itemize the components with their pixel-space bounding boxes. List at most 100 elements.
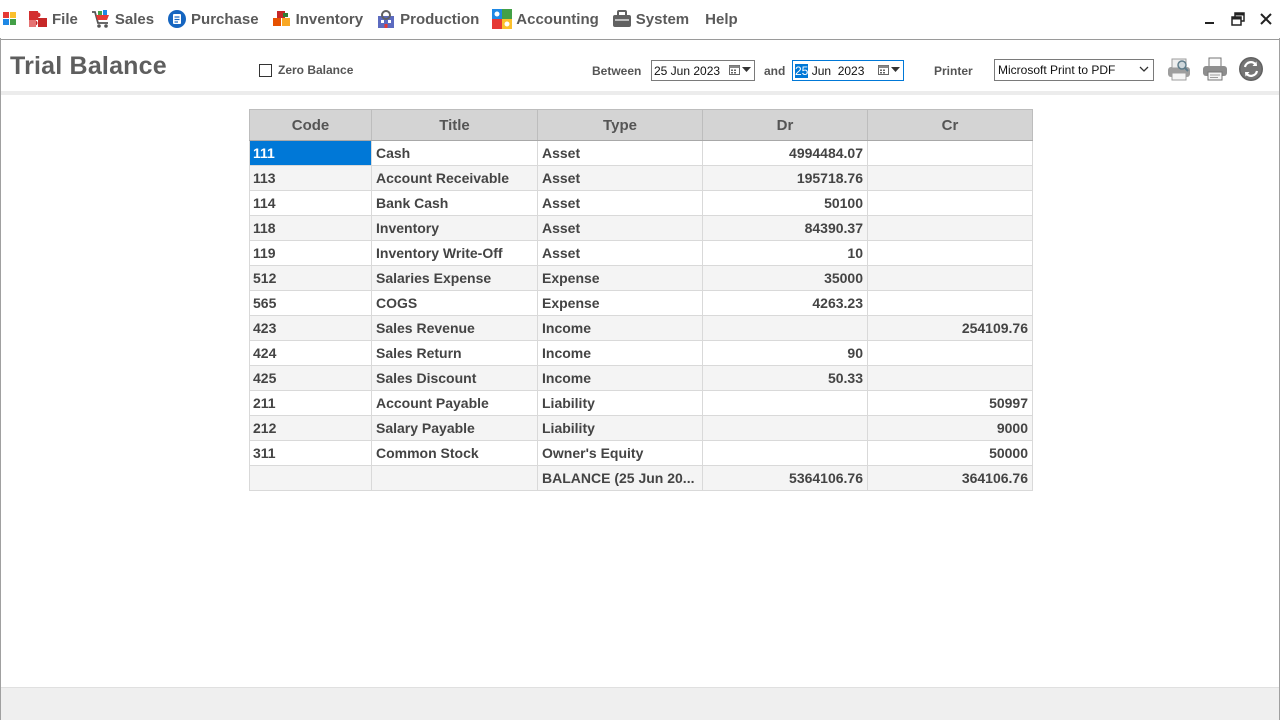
table-cell-title[interactable]: Salaries Expense: [371, 265, 538, 291]
zero-balance-checkbox-box[interactable]: [259, 63, 272, 77]
menu-help[interactable]: Help: [697, 0, 746, 38]
table-cell-dr[interactable]: 4263.23: [702, 290, 868, 316]
table-cell-cr[interactable]: [867, 140, 1033, 166]
app-icon[interactable]: [3, 12, 17, 26]
table-cell-code[interactable]: 118: [249, 215, 372, 241]
table-cell-type[interactable]: Liability: [537, 415, 703, 441]
close-button[interactable]: [1252, 0, 1280, 38]
table-cell-title[interactable]: COGS: [371, 290, 538, 316]
table-cell-title[interactable]: Salary Payable: [371, 415, 538, 441]
table-cell-cr[interactable]: [867, 265, 1033, 291]
table-cell-cr[interactable]: 364106.76: [867, 465, 1033, 491]
table-cell-cr[interactable]: 50997: [867, 390, 1033, 416]
date-from-picker[interactable]: 25 Jun 2023: [651, 60, 755, 81]
menu-system[interactable]: System: [607, 0, 697, 38]
table-cell-title[interactable]: Common Stock: [371, 440, 538, 466]
table-row[interactable]: 425 Sales Discount Income 50.33: [249, 365, 1033, 391]
table-cell-code[interactable]: 113: [249, 165, 372, 191]
table-cell-title[interactable]: Account Receivable: [371, 165, 538, 191]
table-cell-title[interactable]: Cash: [371, 140, 538, 166]
table-cell-title[interactable]: Bank Cash: [371, 190, 538, 216]
table-cell-dr[interactable]: 4994484.07: [702, 140, 868, 166]
table-cell-code[interactable]: 111: [249, 140, 372, 166]
table-cell-dr[interactable]: 50100: [702, 190, 868, 216]
table-cell-code[interactable]: 114: [249, 190, 372, 216]
table-cell-type[interactable]: Asset: [537, 190, 703, 216]
table-cell-code[interactable]: 425: [249, 365, 372, 391]
refresh-button[interactable]: [1236, 53, 1266, 85]
table-cell-cr[interactable]: [867, 340, 1033, 366]
table-cell-type[interactable]: Asset: [537, 140, 703, 166]
table-cell-type[interactable]: Expense: [537, 290, 703, 316]
table-row[interactable]: 113 Account Receivable Asset 195718.76: [249, 165, 1033, 191]
table-cell-code[interactable]: 212: [249, 415, 372, 441]
table-cell-cr[interactable]: 254109.76: [867, 315, 1033, 341]
date-to-picker[interactable]: 25 Jun 2023: [792, 60, 904, 81]
table-row[interactable]: 311 Common Stock Owner's Equity 50000: [249, 440, 1033, 466]
menu-sales[interactable]: Sales: [86, 0, 162, 38]
menu-accounting[interactable]: Accounting: [487, 0, 607, 38]
table-cell-code[interactable]: 423: [249, 315, 372, 341]
table-cell-cr[interactable]: [867, 190, 1033, 216]
table-cell-title[interactable]: Account Payable: [371, 390, 538, 416]
menu-production[interactable]: Production: [371, 0, 487, 38]
table-row[interactable]: 114 Bank Cash Asset 50100: [249, 190, 1033, 216]
menu-inventory[interactable]: Inventory: [267, 0, 372, 38]
table-cell-cr[interactable]: [867, 215, 1033, 241]
table-cell-dr[interactable]: 50.33: [702, 365, 868, 391]
table-row[interactable]: 118 Inventory Asset 84390.37: [249, 215, 1033, 241]
column-header-dr[interactable]: Dr: [702, 109, 868, 141]
table-cell-type[interactable]: Expense: [537, 265, 703, 291]
table-cell-type[interactable]: Asset: [537, 165, 703, 191]
table-cell-cr[interactable]: 9000: [867, 415, 1033, 441]
table-cell-title[interactable]: Sales Discount: [371, 365, 538, 391]
table-cell-code[interactable]: 311: [249, 440, 372, 466]
table-cell-cr[interactable]: [867, 240, 1033, 266]
menu-purchase[interactable]: Purchase: [162, 0, 267, 38]
date-from-dropdown[interactable]: [729, 64, 751, 75]
table-cell-cr[interactable]: [867, 365, 1033, 391]
table-cell-dr[interactable]: [702, 390, 868, 416]
table-cell-code[interactable]: 119: [249, 240, 372, 266]
table-cell-type[interactable]: Asset: [537, 240, 703, 266]
table-cell-cr[interactable]: [867, 165, 1033, 191]
table-cell-type[interactable]: BALANCE (25 Jun 20...: [537, 465, 703, 491]
table-cell-code[interactable]: [249, 465, 372, 491]
table-cell-dr[interactable]: 35000: [702, 265, 868, 291]
table-row[interactable]: 211 Account Payable Liability 50997: [249, 390, 1033, 416]
table-cell-dr[interactable]: 195718.76: [702, 165, 868, 191]
table-cell-cr[interactable]: [867, 290, 1033, 316]
table-cell-dr[interactable]: 90: [702, 340, 868, 366]
minimize-button[interactable]: [1196, 0, 1224, 38]
table-cell-dr[interactable]: 84390.37: [702, 215, 868, 241]
restore-button[interactable]: [1224, 0, 1252, 38]
table-cell-type[interactable]: Asset: [537, 215, 703, 241]
menu-file[interactable]: File: [23, 0, 86, 38]
table-cell-dr[interactable]: 10: [702, 240, 868, 266]
table-cell-cr[interactable]: 50000: [867, 440, 1033, 466]
table-cell-type[interactable]: Income: [537, 340, 703, 366]
print-preview-button[interactable]: [1164, 53, 1194, 85]
column-header-cr[interactable]: Cr: [867, 109, 1033, 141]
table-row[interactable]: 111 Cash Asset 4994484.07: [249, 140, 1033, 166]
table-cell-type[interactable]: Owner's Equity: [537, 440, 703, 466]
table-cell-code[interactable]: 565: [249, 290, 372, 316]
table-cell-title[interactable]: Sales Return: [371, 340, 538, 366]
column-header-type[interactable]: Type: [537, 109, 703, 141]
table-row[interactable]: BALANCE (25 Jun 20... 5364106.76 364106.76: [249, 465, 1033, 491]
table-row[interactable]: 512 Salaries Expense Expense 35000: [249, 265, 1033, 291]
table-cell-dr[interactable]: [702, 415, 868, 441]
column-header-title[interactable]: Title: [371, 109, 538, 141]
print-button[interactable]: [1200, 53, 1230, 85]
table-row[interactable]: 565 COGS Expense 4263.23: [249, 290, 1033, 316]
table-row[interactable]: 119 Inventory Write-Off Asset 10: [249, 240, 1033, 266]
table-cell-code[interactable]: 512: [249, 265, 372, 291]
table-cell-title[interactable]: Inventory: [371, 215, 538, 241]
table-cell-type[interactable]: Income: [537, 365, 703, 391]
printer-select[interactable]: Microsoft Print to PDF: [994, 59, 1154, 81]
table-cell-code[interactable]: 424: [249, 340, 372, 366]
table-cell-title[interactable]: Inventory Write-Off: [371, 240, 538, 266]
table-cell-title[interactable]: [371, 465, 538, 491]
table-cell-dr[interactable]: 5364106.76: [702, 465, 868, 491]
table-cell-type[interactable]: Income: [537, 315, 703, 341]
